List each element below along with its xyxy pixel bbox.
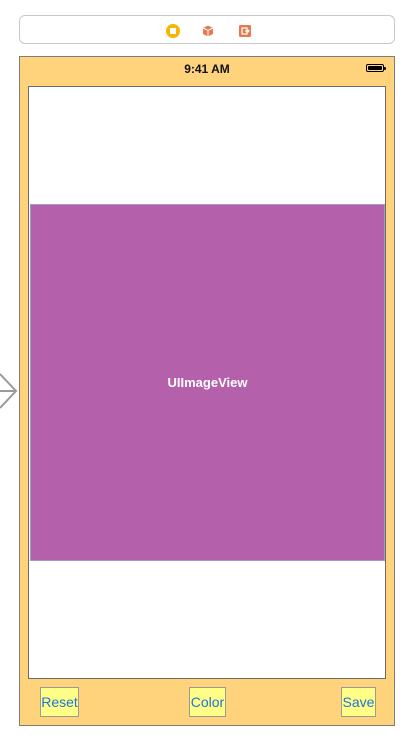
image-view-label: UIImageView [167, 375, 248, 390]
image-view[interactable]: UIImageView [30, 204, 385, 561]
color-button[interactable]: Color [189, 687, 226, 717]
view-controller-scene: 9:41 AM UIImageView Reset Color Save [19, 56, 395, 726]
exit-icon[interactable] [238, 24, 252, 38]
scene-dock [19, 15, 395, 44]
entry-point-arrow-icon [0, 373, 18, 409]
first-responder-icon[interactable] [201, 24, 215, 38]
content-view[interactable]: UIImageView [28, 86, 386, 679]
status-bar-time: 9:41 AM [184, 62, 230, 76]
view-controller-icon[interactable] [166, 24, 180, 38]
battery-icon [366, 64, 386, 72]
reset-button[interactable]: Reset [40, 687, 79, 717]
save-button[interactable]: Save [341, 687, 376, 717]
